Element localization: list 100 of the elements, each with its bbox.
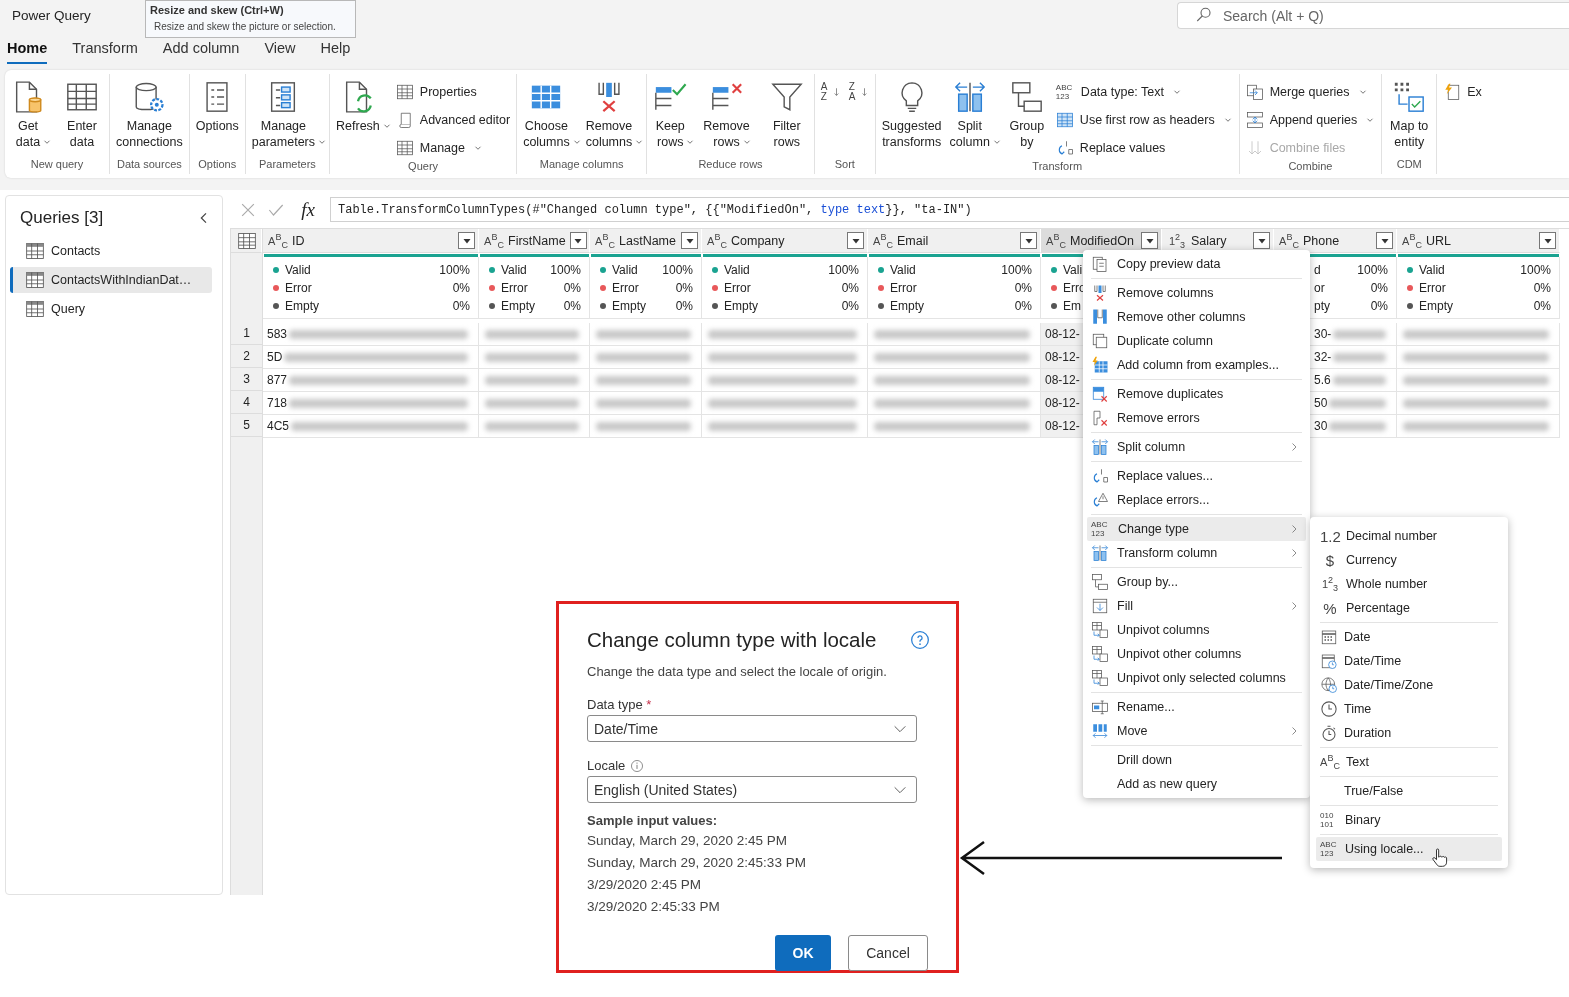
cell-text: 08-12-	[1045, 396, 1080, 410]
dropdown-button[interactable]	[1253, 232, 1270, 249]
ribbon-button[interactable]: Merge queries	[1243, 80, 1378, 104]
menu-item[interactable]: A$^{B}$$_{C}$ Text	[1316, 750, 1502, 774]
menu-item[interactable]: Date/Time	[1316, 649, 1502, 673]
menu-item[interactable]: ABC 123 Change type	[1087, 517, 1306, 541]
tab[interactable]: Help	[320, 34, 351, 64]
menu-item[interactable]: True/False	[1316, 779, 1502, 803]
sort-button[interactable]: A Z	[818, 78, 843, 106]
column-header[interactable]: 1$^{2}$$_{3}$ Salary	[1162, 229, 1274, 253]
dropdown-button[interactable]	[458, 232, 475, 249]
ribbon-button[interactable]: Append queries	[1243, 108, 1378, 132]
formula-field[interactable]: Table.TransformColumnTypes(#"Changed column type", {{"ModifiedOn", type text}}, "ta-IN")	[330, 197, 1569, 222]
menu-item[interactable]: Replace values...	[1087, 464, 1306, 488]
ribbon-button[interactable]: Ex	[1441, 80, 1484, 104]
menu-item[interactable]: Drill down	[1087, 748, 1306, 772]
ribbon-button[interactable]: Replace values	[1053, 136, 1235, 160]
sample-value: 3/29/2020 2:45 PM	[587, 876, 703, 894]
ribbon-button[interactable]: Split column	[947, 78, 1000, 152]
menu-item[interactable]: Group by...	[1087, 570, 1306, 594]
ribbon-button[interactable]: Keep rows	[651, 78, 698, 152]
ribbon-button[interactable]: Manage	[393, 136, 513, 160]
dropdown-button[interactable]	[1539, 232, 1556, 249]
menu-item[interactable]: Remove columns	[1087, 281, 1306, 305]
ribbon-button[interactable]: Manage parameters	[249, 78, 325, 152]
column-header[interactable]: A$^{B}$$_{C}$ Company	[702, 229, 868, 253]
ribbon-button[interactable]: Map to entity	[1386, 78, 1433, 152]
ribbon-button[interactable]: Remove columns	[583, 78, 643, 152]
ribbon-button[interactable]: Options	[193, 78, 241, 136]
dropdown-button[interactable]	[847, 232, 864, 249]
ribbon-button[interactable]: Properties	[393, 80, 513, 104]
duplicate-icon	[1091, 332, 1109, 350]
dropdown-button[interactable]	[1141, 232, 1158, 249]
tab[interactable]: Home	[7, 34, 48, 64]
panel-title: Queries [3]	[20, 208, 104, 228]
menu-item[interactable]: Date/Time/Zone	[1316, 673, 1502, 697]
ribbon-button[interactable]: Enter data	[59, 78, 105, 152]
menu-item[interactable]: Unpivot only selected columns	[1087, 666, 1306, 690]
ribbon-button[interactable]: Group by	[1003, 78, 1050, 152]
query-item[interactable]: Contacts	[10, 238, 212, 264]
menu-item[interactable]: Remove duplicates	[1087, 382, 1306, 406]
menu-item[interactable]: Add column from examples...	[1087, 353, 1306, 377]
column-header[interactable]: A$^{B}$$_{C}$ Phone	[1274, 229, 1397, 253]
split-column-icon	[952, 80, 987, 114]
dropdown[interactable]: Date/Time	[587, 715, 917, 742]
ribbon-button[interactable]: Advanced editor	[393, 108, 513, 132]
dialog-button[interactable]: Cancel	[848, 935, 928, 971]
unpivot-icon	[1091, 669, 1109, 687]
menu-item[interactable]: % Percentage	[1316, 596, 1502, 620]
menu-item[interactable]: Unpivot other columns	[1087, 642, 1306, 666]
ribbon-button[interactable]: Remove rows	[701, 78, 760, 152]
ribbon-button[interactable]: Use first row as headers	[1053, 108, 1235, 132]
column-header[interactable]: A$^{B}$$_{C}$ LastName	[590, 229, 702, 253]
tab[interactable]: Transform	[72, 34, 138, 64]
dropdown-button[interactable]	[569, 232, 587, 249]
stopwatch-icon	[1320, 724, 1338, 742]
menu-item[interactable]: 1.2 Decimal number	[1316, 524, 1502, 548]
ribbon-button[interactable]: Filter rows	[763, 78, 810, 152]
menu-item[interactable]: Transform column	[1087, 541, 1306, 565]
dialog-button[interactable]: OK	[775, 935, 831, 971]
menu-item[interactable]: Replace errors...	[1087, 488, 1306, 512]
ribbon-button[interactable]: Get data	[9, 78, 55, 152]
ribbon-button[interactable]: Manage connections	[114, 78, 185, 152]
tab[interactable]: Add column	[162, 34, 240, 64]
query-item[interactable]: ContactsWithIndianDat…	[10, 267, 212, 293]
menu-item[interactable]: $ Currency	[1316, 548, 1502, 572]
menu-item[interactable]: Copy preview data	[1087, 252, 1306, 276]
ribbon-button[interactable]: Refresh	[334, 78, 390, 136]
menu-item[interactable]: Add as new query	[1087, 772, 1306, 796]
ribbon-button[interactable]: ABC 123 Data type: Text	[1053, 80, 1235, 104]
menu-item[interactable]: Duplicate column	[1087, 329, 1306, 353]
query-item[interactable]: Query	[10, 296, 212, 322]
ribbon-button[interactable]: Choose columns	[521, 78, 580, 152]
column-header[interactable]: A$^{B}$$_{C}$ ModifiedOn	[1041, 229, 1162, 253]
menu-item[interactable]: Time	[1316, 697, 1502, 721]
dropdown-button[interactable]	[1376, 232, 1393, 249]
column-header[interactable]: A$^{B}$$_{C}$ ID	[263, 229, 479, 253]
dropdown-button[interactable]	[681, 232, 698, 249]
sort-button[interactable]: Z A	[846, 78, 871, 106]
column-header[interactable]: A$^{B}$$_{C}$ FirstName	[479, 229, 590, 253]
menu-item[interactable]: Duration	[1316, 721, 1502, 745]
dropdown-button[interactable]	[1020, 232, 1037, 249]
column-header[interactable]: A$^{B}$$_{C}$ Email	[868, 229, 1041, 253]
map-entity-icon	[1392, 80, 1427, 114]
search-field[interactable]: Search (Alt + Q)	[1177, 2, 1569, 29]
menu-item[interactable]: Remove other columns	[1087, 305, 1306, 329]
tab[interactable]: View	[264, 34, 296, 64]
menu-item[interactable]: 010 101 Binary	[1316, 808, 1502, 832]
menu-item[interactable]: Date	[1316, 625, 1502, 649]
column-header[interactable]: A$^{B}$$_{C}$ URL	[1397, 229, 1560, 253]
menu-item[interactable]: Fill	[1087, 594, 1306, 618]
ribbon-button[interactable]: Suggested transforms	[879, 78, 944, 152]
menu-item[interactable]: Rename...	[1087, 695, 1306, 719]
menu-item[interactable]: 1$^{2}$$_{3}$ Whole number	[1316, 572, 1502, 596]
menu-item[interactable]: Remove errors	[1087, 406, 1306, 430]
menu-item[interactable]: Unpivot columns	[1087, 618, 1306, 642]
column-name: URL	[1426, 233, 1451, 248]
menu-item[interactable]: Move	[1087, 719, 1306, 743]
menu-item[interactable]: Split column	[1087, 435, 1306, 459]
dropdown[interactable]: English (United States)	[587, 776, 917, 803]
